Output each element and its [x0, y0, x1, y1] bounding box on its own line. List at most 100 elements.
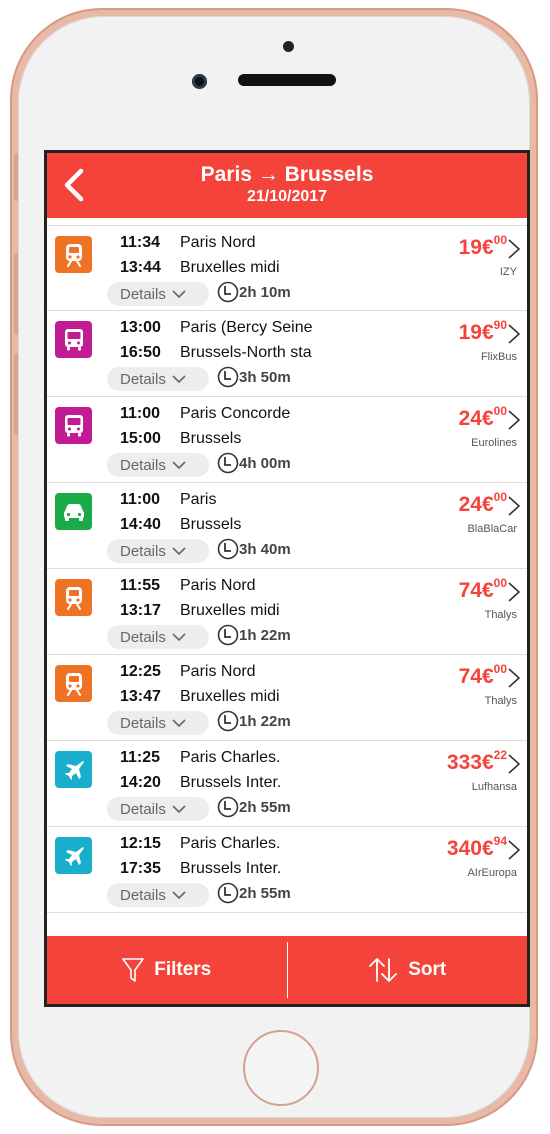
clock-icon — [217, 281, 239, 303]
carrier-name: Thalys — [484, 609, 517, 621]
details-button[interactable]: Details — [107, 797, 209, 821]
chevron-right-icon — [508, 582, 521, 602]
price-cents: 00 — [493, 662, 507, 676]
header: Paris → Brussels 21/10/2017 — [47, 153, 527, 218]
journey-row[interactable]: 12:25 Paris Nord 13:47 Bruxelles midi Detail… — [47, 655, 527, 741]
details-label: Details — [120, 800, 166, 818]
carrier-name: Eurolines — [471, 437, 517, 449]
journey-row[interactable]: 11:00 Paris Concorde 15:00 Brussels Details 4… — [47, 397, 527, 483]
bottom-bar: Filters Sort — [47, 936, 527, 1004]
journey-row[interactable]: 11:00 Paris 14:40 Brussels Details 3h 40m 24€0… — [47, 483, 527, 569]
departure-station: Paris Nord — [180, 663, 256, 680]
clock-icon — [217, 624, 239, 646]
price-main: 340€ — [446, 837, 494, 860]
details-label: Details — [120, 285, 166, 303]
arrival-station: Bruxelles midi — [180, 602, 280, 619]
arrival-time: 13:44 — [120, 259, 161, 276]
arrival-station: Brussels Inter. — [180, 774, 282, 791]
details-label: Details — [120, 886, 166, 904]
plane-icon — [55, 751, 92, 788]
journey-row[interactable]: 11:34 Paris Nord 13:44 Bruxelles midi Detail… — [47, 225, 527, 311]
arrival-station: Brussels Inter. — [180, 860, 282, 877]
chevron-right-icon — [508, 754, 521, 774]
price-main: 19€ — [458, 321, 494, 344]
duration: 1h 22m — [217, 710, 291, 732]
chevron-right-icon — [508, 840, 521, 860]
price: 340€94 — [446, 834, 507, 861]
route-title: Paris → Brussels — [200, 163, 374, 186]
arrival-time: 13:17 — [120, 602, 161, 619]
details-button[interactable]: Details — [107, 625, 209, 649]
duration: 1h 22m — [217, 624, 291, 646]
price: 333€22 — [446, 748, 507, 775]
travel-date: 21/10/2017 — [246, 188, 328, 205]
details-button[interactable]: Details — [107, 367, 209, 391]
duration-label: 2h 10m — [239, 283, 291, 301]
departure-time: 12:25 — [120, 663, 161, 680]
departure-station: Paris Charles. — [180, 749, 281, 766]
filters-button[interactable]: Filters — [47, 936, 287, 1004]
chevron-down-icon — [172, 890, 186, 899]
arrival-station: Brussels — [180, 516, 242, 533]
details-button[interactable]: Details — [107, 539, 209, 563]
price-main: 333€ — [446, 751, 494, 774]
bus-icon — [55, 407, 92, 444]
details-label: Details — [120, 628, 166, 646]
clock-icon — [217, 710, 239, 732]
duration: 4h 00m — [217, 452, 291, 474]
chevron-right-icon — [508, 496, 521, 516]
details-button[interactable]: Details — [107, 282, 209, 306]
price-cents: 94 — [493, 834, 507, 848]
details-label: Details — [120, 542, 166, 560]
price-cents: 00 — [493, 490, 507, 504]
journey-list: 11:34 Paris Nord 13:44 Bruxelles midi Detail… — [47, 225, 527, 913]
details-label: Details — [120, 456, 166, 474]
departure-station: Paris Charles. — [180, 835, 281, 852]
price-main: 24€ — [458, 493, 494, 516]
chevron-down-icon — [172, 289, 186, 298]
departure-time: 11:34 — [120, 234, 161, 251]
carrier-name: IZY — [499, 266, 517, 278]
home-button[interactable] — [243, 1030, 319, 1106]
departure-station: Paris (Bercy Seine — [180, 319, 313, 336]
journey-row[interactable]: 13:00 Paris (Bercy Seine 16:50 Brussels-Nor… — [47, 311, 527, 397]
arrival-time: 17:35 — [120, 860, 161, 877]
arrival-station: Bruxelles midi — [180, 688, 280, 705]
price-cents: 22 — [493, 748, 507, 762]
duration-label: 3h 50m — [239, 368, 291, 386]
arrival-time: 14:20 — [120, 774, 161, 791]
journey-row[interactable]: 12:15 Paris Charles. 17:35 Brussels Inter. D… — [47, 827, 527, 913]
clock-icon — [217, 366, 239, 388]
departure-time: 11:00 — [120, 491, 161, 508]
plane-icon — [55, 837, 92, 874]
departure-station: Paris Nord — [180, 234, 256, 251]
price-cents: 00 — [493, 576, 507, 590]
details-button[interactable]: Details — [107, 711, 209, 735]
duration-label: 1h 22m — [239, 712, 291, 730]
app-screen: Paris → Brussels 21/10/2017 11:34 Paris N… — [44, 150, 530, 1007]
sort-arrows-icon — [369, 958, 398, 982]
sort-button[interactable]: Sort — [288, 936, 528, 1004]
duration: 2h 55m — [217, 796, 291, 818]
proximity-sensor — [283, 41, 294, 52]
details-label: Details — [120, 714, 166, 732]
price: 24€00 — [458, 490, 507, 517]
duration-label: 3h 40m — [239, 540, 291, 558]
carrier-name: FlixBus — [480, 351, 517, 363]
details-button[interactable]: Details — [107, 883, 209, 907]
journey-row[interactable]: 11:25 Paris Charles. 14:20 Brussels Inter. D… — [47, 741, 527, 827]
departure-station: Paris Concorde — [180, 405, 291, 422]
details-button[interactable]: Details — [107, 453, 209, 477]
arrival-station: Brussels — [180, 430, 242, 447]
sort-label: Sort — [408, 959, 447, 980]
price-main: 24€ — [458, 407, 494, 430]
price-main: 74€ — [458, 665, 494, 688]
clock-icon — [217, 452, 239, 474]
train-icon — [55, 665, 92, 702]
journey-row[interactable]: 11:55 Paris Nord 13:17 Bruxelles midi Detail… — [47, 569, 527, 655]
car-icon — [55, 493, 92, 530]
departure-time: 11:00 — [120, 405, 161, 422]
duration: 3h 40m — [217, 538, 291, 560]
clock-icon — [217, 882, 239, 904]
earpiece-speaker — [238, 74, 336, 86]
